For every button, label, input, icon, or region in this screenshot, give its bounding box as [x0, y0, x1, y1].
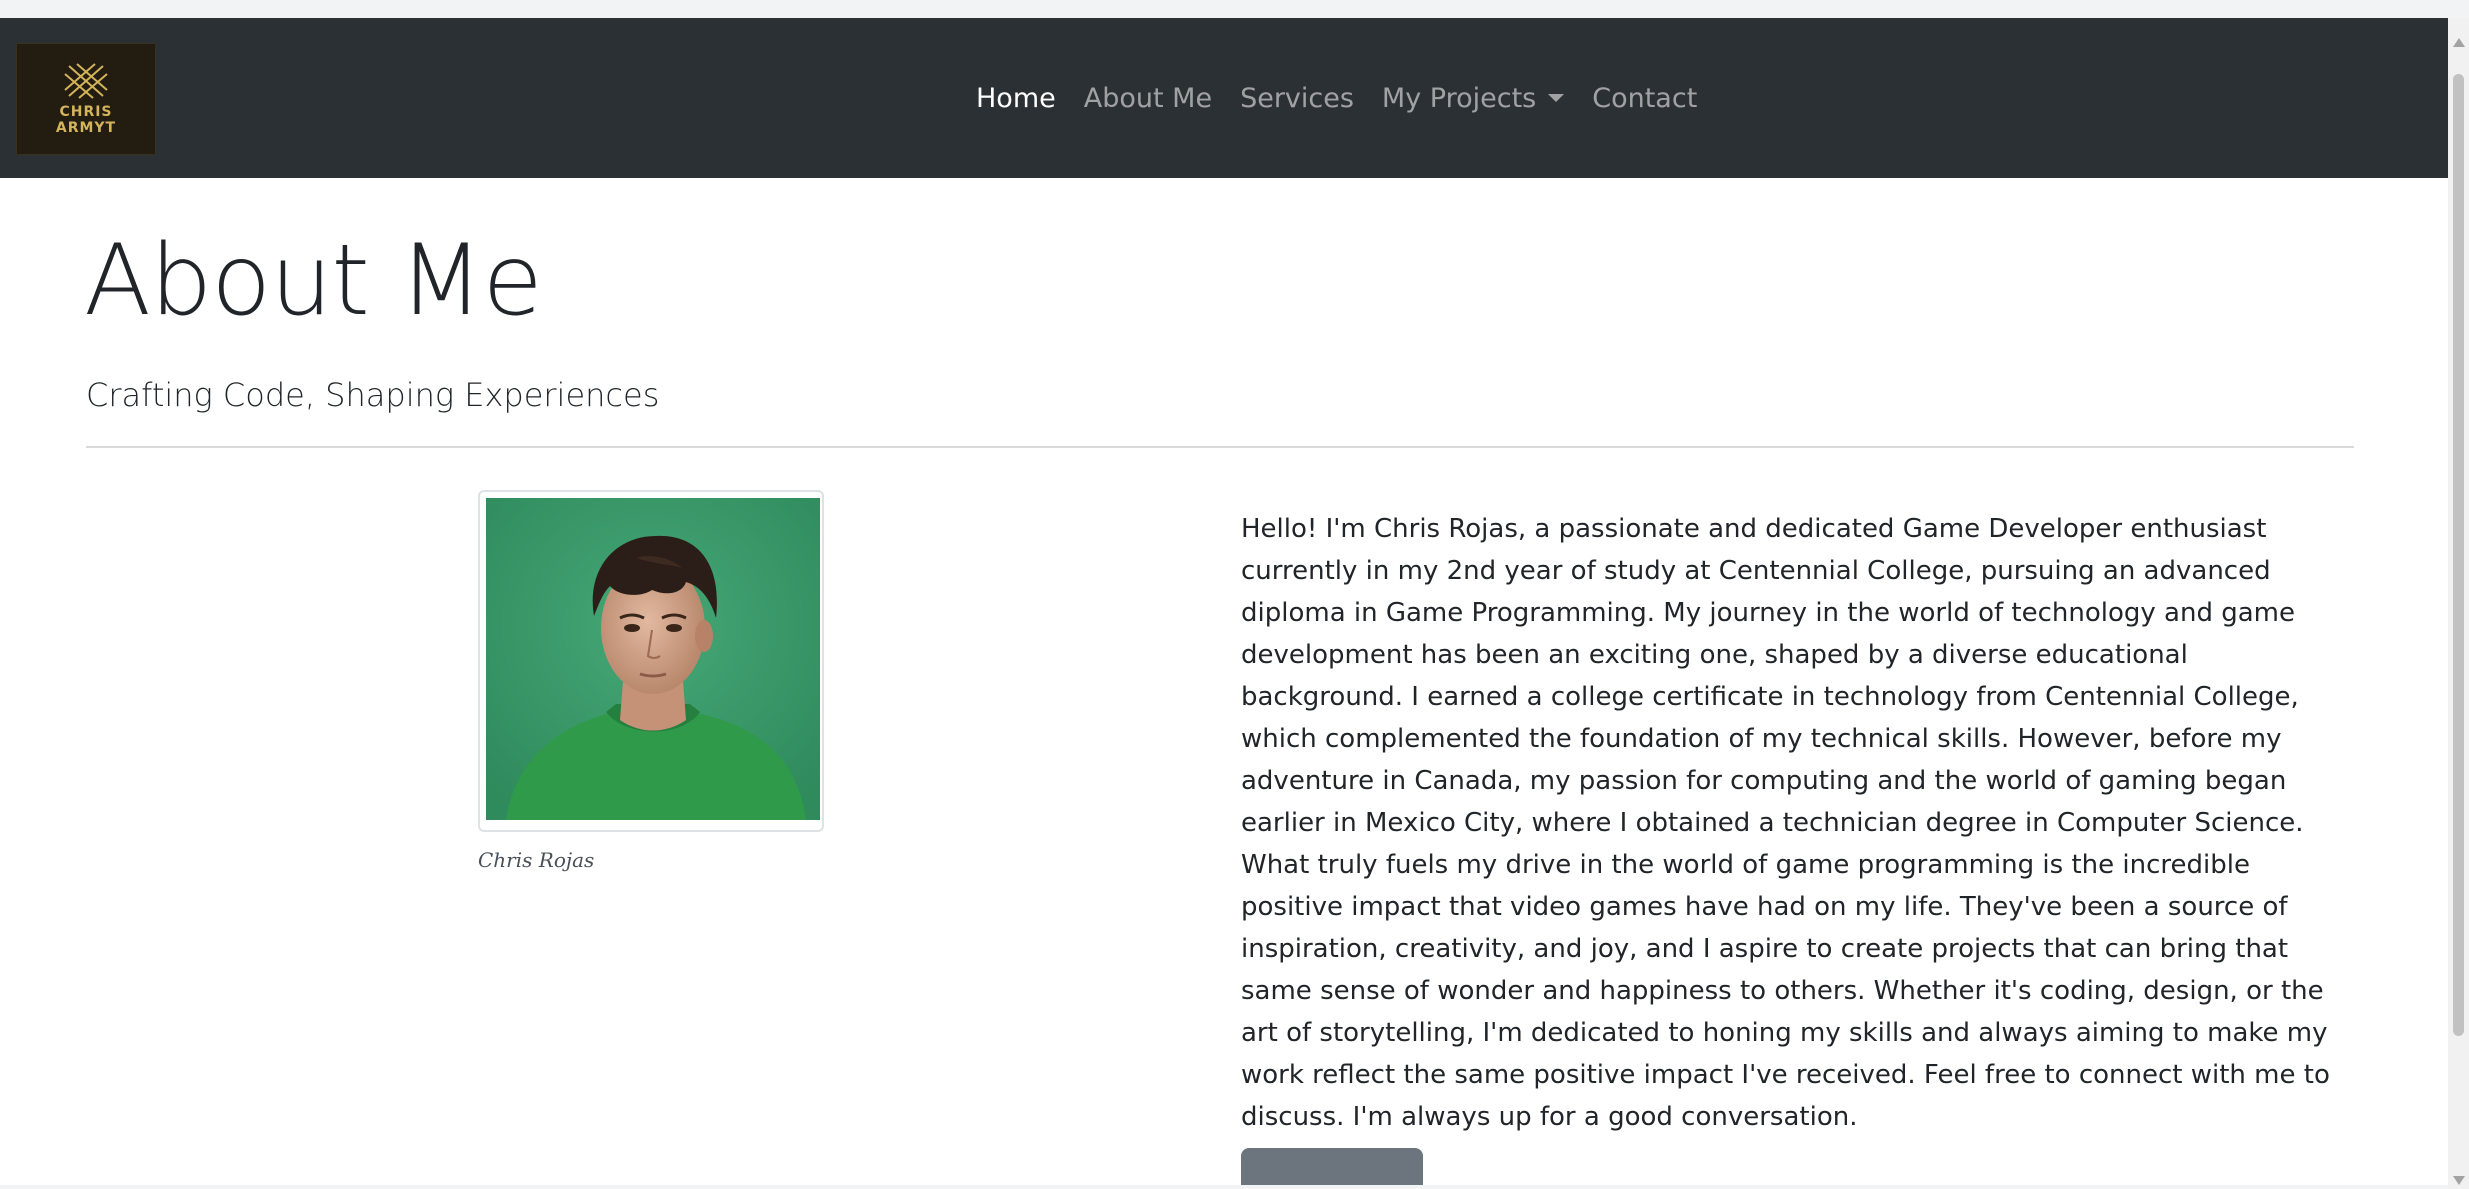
main-nav: Home About Me Services My Projects Conta… [962, 18, 1711, 178]
page-title: About Me [84, 224, 543, 338]
profile-caption: Chris Rojas [478, 848, 595, 872]
section-divider [86, 446, 2354, 448]
nav-my-projects-dropdown[interactable]: My Projects [1368, 83, 1578, 114]
brand-logo[interactable]: CHRIS ARMYT [16, 43, 156, 155]
chevron-down-icon [1548, 94, 1565, 102]
page-subtitle: Crafting Code, Shaping Experiences [86, 376, 660, 414]
vertical-scrollbar[interactable] [2448, 18, 2469, 1189]
portrait-illustration [486, 498, 820, 820]
nav-my-projects-label: My Projects [1381, 82, 1537, 114]
bio-paragraph: Hello! I'm Chris Rojas, a passionate and… [1241, 514, 2330, 1132]
browser-top-edge [0, 0, 2469, 18]
scroll-down-arrow-icon[interactable] [2453, 1176, 2465, 1185]
brand-line-1: CHRIS [59, 104, 113, 120]
portrait-photo [486, 498, 820, 820]
nav-about-me[interactable]: About Me [1070, 83, 1226, 114]
scroll-up-arrow-icon[interactable] [2453, 38, 2465, 47]
resume-button[interactable]: My resume [1241, 1148, 1423, 1185]
crossed-lines-logo-icon [64, 63, 108, 99]
page-viewport: CHRIS ARMYT Home About Me Services My Pr… [0, 18, 2448, 1185]
scroll-thumb[interactable] [2453, 74, 2464, 1036]
nav-services[interactable]: Services [1226, 83, 1368, 114]
profile-figure [478, 490, 824, 832]
nav-home[interactable]: Home [962, 83, 1070, 114]
brand-line-2: ARMYT [55, 120, 117, 136]
navbar: CHRIS ARMYT Home About Me Services My Pr… [0, 18, 2448, 178]
brand-text: CHRIS ARMYT [56, 104, 116, 136]
nav-contact[interactable]: Contact [1578, 83, 1711, 114]
